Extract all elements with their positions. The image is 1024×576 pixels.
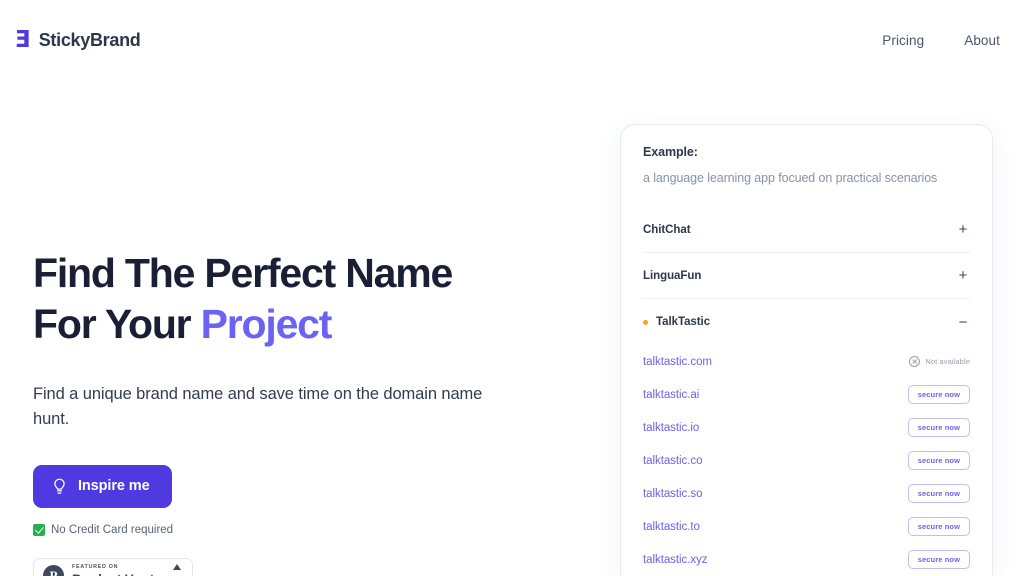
product-hunt-text: FEATURED ON Product Hunt — [72, 564, 154, 576]
lightbulb-icon — [52, 478, 67, 495]
inspire-me-button[interactable]: Inspire me — [33, 464, 172, 508]
no-credit-card-label: No Credit Card required — [51, 523, 174, 536]
landing-page: E StickyBrand Pricing About Find The Per… — [0, 0, 1024, 576]
domain-name[interactable]: talktastic.to — [643, 521, 700, 533]
main-nav: Pricing About — [882, 33, 1000, 48]
domain-name[interactable]: talktastic.io — [643, 422, 699, 434]
suggestion-name: TalkTastic — [656, 316, 711, 328]
nav-link-pricing[interactable]: Pricing — [882, 33, 924, 48]
domain-row: talktastic.xyz secure now — [643, 543, 970, 576]
example-label: Example: — [643, 145, 698, 159]
secure-now-button[interactable]: secure now — [907, 450, 970, 471]
domain-status: secure now — [907, 483, 970, 504]
plus-icon[interactable]: + — [956, 268, 970, 283]
suggestion-name: LinguaFun — [643, 269, 702, 282]
check-icon — [33, 523, 45, 536]
domain-row: talktastic.co secure now — [643, 444, 970, 477]
secure-now-button[interactable]: secure now — [907, 516, 970, 537]
site-header: E StickyBrand Pricing About — [0, 0, 1024, 80]
domain-name[interactable]: talktastic.so — [643, 488, 702, 500]
secure-now-button[interactable]: secure now — [907, 384, 970, 405]
suggestion-row-linguafun[interactable]: LinguaFun + — [643, 253, 970, 299]
brand-name: StickyBrand — [38, 29, 141, 50]
secure-now-button[interactable]: secure now — [907, 549, 970, 570]
domain-status: secure now — [907, 384, 970, 405]
domain-row: talktastic.io secure now — [643, 411, 970, 444]
no-credit-card-note: No Credit Card required — [33, 523, 593, 536]
minus-icon[interactable]: − — [956, 315, 970, 330]
hero-title-line1: Find The Perfect Name — [33, 250, 453, 296]
hero-title-accent: Project — [200, 300, 333, 347]
domain-row: talktastic.to secure now — [643, 510, 970, 543]
domain-status: secure now — [907, 549, 970, 570]
not-available-label: Not available — [925, 357, 970, 366]
domain-status: secure now — [907, 516, 970, 537]
domain-name[interactable]: talktastic.co — [643, 455, 702, 467]
page-title: Find The Perfect Name For Your Project — [33, 248, 593, 350]
domain-name[interactable]: talktastic.ai — [643, 389, 699, 401]
upvote-arrow-icon — [172, 563, 181, 570]
inspire-me-label: Inspire me — [78, 478, 150, 495]
results-panel: Example: a language learning app focued … — [621, 125, 992, 576]
domain-status: secure now — [907, 450, 970, 471]
product-hunt-icon: P — [43, 565, 64, 576]
domain-name[interactable]: talktastic.com — [643, 356, 712, 368]
domain-name[interactable]: talktastic.xyz — [643, 554, 708, 566]
hero-subtitle: Find a unique brand name and save time o… — [33, 384, 483, 429]
close-circle-icon — [909, 356, 921, 367]
suggestion-row-talktastic[interactable]: TalkTastic − — [643, 299, 970, 345]
domain-status: Not available — [909, 356, 970, 367]
product-hunt-kicker: FEATURED ON — [72, 564, 119, 571]
domain-row: talktastic.ai secure now — [643, 378, 970, 411]
product-hunt-badge[interactable]: P FEATURED ON Product Hunt 235 — [33, 557, 193, 576]
domain-row: talktastic.com Not available — [643, 345, 970, 378]
brand-mark-icon: E — [16, 26, 31, 53]
hero-title-line2: For Your — [33, 300, 201, 347]
secure-now-button[interactable]: secure now — [907, 483, 970, 504]
plus-icon[interactable]: + — [956, 222, 970, 237]
secure-now-button[interactable]: secure now — [907, 417, 970, 438]
not-available-badge: Not available — [909, 356, 970, 367]
domain-list: talktastic.com Not available talktastic.… — [643, 345, 970, 576]
suggestion-row-chitchat[interactable]: ChitChat + — [643, 207, 970, 253]
domain-status: secure now — [907, 417, 970, 438]
example-prompt-text: a language learning app focued on practi… — [643, 171, 938, 185]
status-dot-icon — [643, 319, 648, 325]
brand-logo[interactable]: E StickyBrand — [16, 26, 141, 53]
suggestions-list: ChitChat + LinguaFun + TalkTastic − talk… — [643, 207, 970, 576]
domain-row: talktastic.so secure now — [643, 477, 970, 510]
suggestion-name: ChitChat — [643, 223, 691, 236]
hero-section: Find The Perfect Name For Your Project F… — [33, 248, 593, 576]
nav-link-about[interactable]: About — [964, 33, 1000, 48]
product-hunt-votes: 235 — [170, 563, 183, 576]
